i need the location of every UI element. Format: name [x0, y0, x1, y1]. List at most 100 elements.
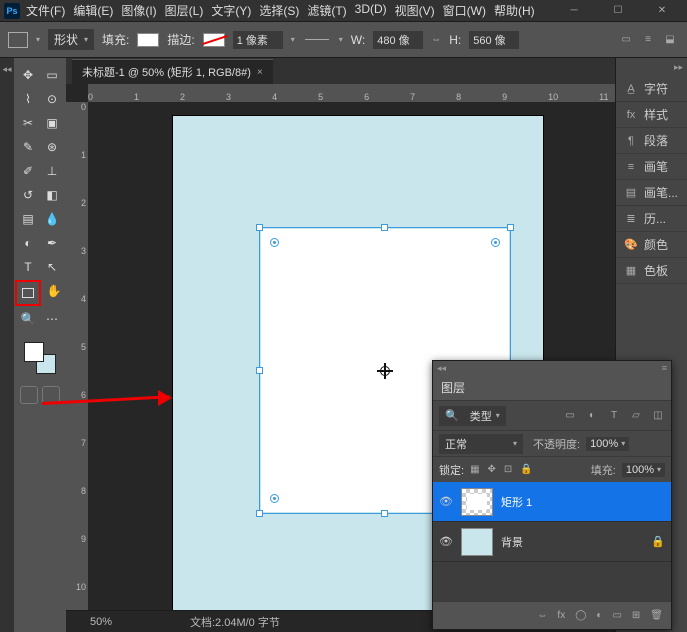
filter-adjust-icon[interactable]: ◐ — [585, 410, 599, 421]
stroke-type-dropdown[interactable] — [303, 33, 331, 47]
panel-menu-icon[interactable]: ≡ — [662, 363, 667, 373]
radius-handle-tr[interactable] — [491, 238, 500, 247]
doc-info[interactable]: 文档:2.04M/0 字节 — [190, 614, 280, 630]
lock-pixels-icon[interactable]: ▦ — [470, 464, 479, 475]
filter-type-icon[interactable]: T — [607, 410, 621, 421]
link-layers-icon[interactable]: ⇔ — [537, 610, 547, 621]
stroke-width-input[interactable]: 1 像素 — [233, 31, 283, 49]
handle-tr[interactable] — [507, 224, 514, 231]
more-tools[interactable]: ⋯ — [41, 308, 63, 330]
lock-position-icon[interactable]: ✥ — [488, 464, 496, 475]
shape-mode-dropdown[interactable]: 形状▾ — [48, 29, 94, 50]
crop-tool[interactable]: ✂ — [17, 112, 39, 134]
path-arrange-icon[interactable]: ⬓ — [661, 31, 679, 49]
panel-character[interactable]: A̲字符 — [616, 76, 687, 102]
fill-opacity-input[interactable]: 100%▾ — [622, 463, 665, 477]
handle-ml[interactable] — [256, 367, 263, 374]
panel-brushes[interactable]: ≡画笔 — [616, 154, 687, 180]
panel-collapse-icon[interactable]: ◂◂ — [437, 363, 446, 374]
add-mask-icon[interactable]: ◯ — [575, 610, 586, 621]
layer-name[interactable]: 矩形 1 — [501, 494, 532, 510]
foreground-color[interactable] — [24, 342, 44, 362]
transform-center-icon[interactable] — [377, 363, 393, 379]
radius-handle-tl[interactable] — [270, 238, 279, 247]
menu-edit[interactable]: 编辑(E) — [73, 2, 113, 19]
opacity-input[interactable]: 100%▾ — [586, 437, 629, 451]
add-fx-icon[interactable]: fx — [557, 610, 565, 621]
lock-artboard-icon[interactable]: ⊡ — [504, 464, 512, 475]
lasso-tool[interactable]: ⌇ — [17, 88, 39, 110]
visibility-toggle[interactable]: 👁 — [439, 535, 453, 548]
dodge-tool[interactable]: ◐ — [17, 232, 39, 254]
lock-all-icon[interactable]: 🔒 — [520, 464, 532, 475]
menu-help[interactable]: 帮助(H) — [494, 2, 535, 19]
menu-layer[interactable]: 图层(L) — [165, 2, 204, 19]
eyedropper-tool[interactable]: ✎ — [17, 136, 39, 158]
panel-history[interactable]: ≣历... — [616, 206, 687, 232]
type-tool[interactable]: T — [17, 256, 39, 278]
close-button[interactable]: ✕ — [641, 1, 683, 21]
panel-brush-presets[interactable]: ▤画笔... — [616, 180, 687, 206]
rectangle-tool[interactable] — [15, 280, 41, 306]
add-adjustment-icon[interactable]: ◐ — [596, 610, 602, 621]
tab-close-icon[interactable]: × — [257, 67, 263, 78]
layers-tab[interactable]: 图层 — [433, 375, 671, 400]
new-group-icon[interactable]: ▭ — [612, 610, 621, 621]
width-input[interactable]: 480 像 — [373, 31, 423, 49]
panel-styles[interactable]: fx样式 — [616, 102, 687, 128]
menu-type[interactable]: 文字(Y) — [211, 2, 251, 19]
zoom-tool[interactable]: 🔍 — [17, 308, 39, 330]
handle-bm[interactable] — [381, 510, 388, 517]
delete-layer-icon[interactable]: 🗑 — [650, 610, 663, 621]
collapse-icon[interactable]: ◂◂ — [2, 64, 11, 75]
menu-image[interactable]: 图像(I) — [121, 2, 156, 19]
heal-tool[interactable]: ⊛ — [41, 136, 63, 158]
document-tab[interactable]: 未标题-1 @ 50% (矩形 1, RGB/8#) × — [72, 59, 273, 84]
visibility-toggle[interactable]: 👁 — [439, 495, 453, 508]
frame-tool[interactable]: ▣ — [41, 112, 63, 134]
gradient-tool[interactable]: ▤ — [17, 208, 39, 230]
path-select-tool[interactable]: ↖ — [41, 256, 63, 278]
filter-smart-icon[interactable]: ◫ — [651, 410, 665, 421]
stamp-tool[interactable]: ⊥ — [41, 160, 63, 182]
blend-mode-dropdown[interactable]: 正常▾ — [439, 434, 523, 454]
menu-3d[interactable]: 3D(D) — [355, 2, 387, 19]
history-brush-tool[interactable]: ↺ — [17, 184, 39, 206]
handle-bl[interactable] — [256, 510, 263, 517]
ruler-horizontal[interactable]: 01234567891011 — [88, 84, 615, 102]
expand-icon[interactable]: ▸▸ — [674, 62, 683, 73]
panel-paragraph[interactable]: ¶段落 — [616, 128, 687, 154]
radius-handle-bl[interactable] — [270, 494, 279, 503]
link-wh-icon[interactable]: ⇔ — [431, 34, 441, 45]
menu-view[interactable]: 视图(V) — [395, 2, 435, 19]
menu-window[interactable]: 窗口(W) — [443, 2, 486, 19]
tool-preset-icon[interactable] — [8, 32, 28, 48]
layer-lock-icon[interactable]: 🔒 — [651, 535, 665, 548]
handle-tl[interactable] — [256, 224, 263, 231]
marquee-tool[interactable]: ▭ — [41, 64, 63, 86]
eraser-tool[interactable]: ◧ — [41, 184, 63, 206]
stroke-swatch[interactable] — [203, 33, 225, 47]
move-tool[interactable]: ✥ — [17, 64, 39, 86]
color-swatches[interactable] — [22, 340, 58, 376]
filter-type-dropdown[interactable]: 🔍 类型▾ — [439, 406, 506, 426]
panel-color[interactable]: 🎨颜色 — [616, 232, 687, 258]
menu-file[interactable]: 文件(F) — [26, 2, 65, 19]
menu-select[interactable]: 选择(S) — [259, 2, 299, 19]
path-combine-icon[interactable]: ▭ — [617, 31, 635, 49]
maximize-button[interactable]: ☐ — [597, 1, 639, 21]
layers-panel[interactable]: ◂◂≡ 图层 🔍 类型▾ ▭ ◐ T ▱ ◫ 正常▾ 不透明度: 100%▾ 锁… — [432, 360, 672, 630]
height-input[interactable]: 560 像 — [469, 31, 519, 49]
handle-tm[interactable] — [381, 224, 388, 231]
layer-name[interactable]: 背景 — [501, 534, 523, 550]
filter-shape-icon[interactable]: ▱ — [629, 410, 643, 421]
minimize-button[interactable]: ─ — [553, 1, 595, 21]
menu-filter[interactable]: 滤镜(T) — [307, 2, 346, 19]
screenmode-toggle[interactable] — [42, 386, 60, 404]
layer-thumbnail[interactable] — [461, 488, 493, 516]
path-align-icon[interactable]: ≡ — [639, 31, 657, 49]
quick-select-tool[interactable]: ⊙ — [41, 88, 63, 110]
ruler-vertical[interactable]: 012345678910 — [66, 102, 88, 610]
blur-tool[interactable]: 💧 — [41, 208, 63, 230]
layer-row[interactable]: 👁 矩形 1 — [433, 482, 671, 522]
